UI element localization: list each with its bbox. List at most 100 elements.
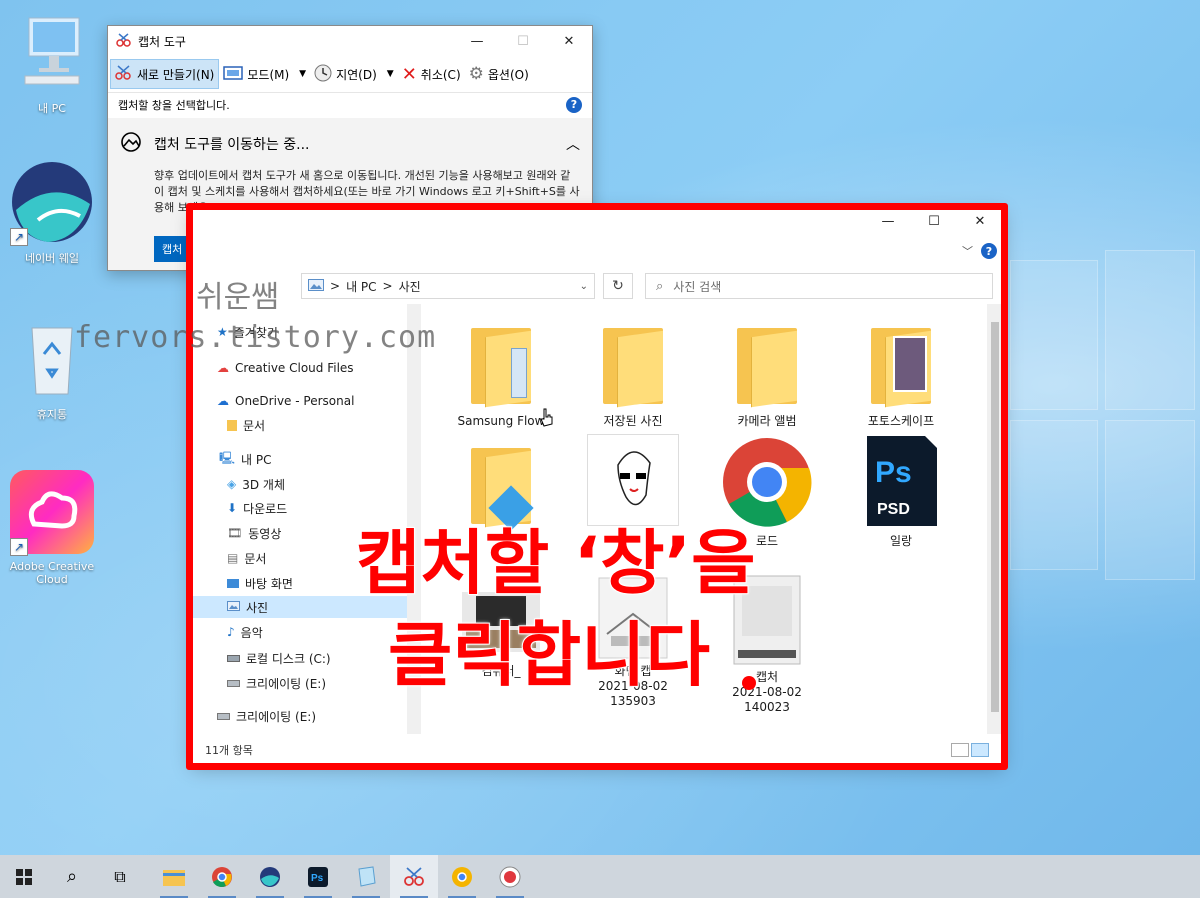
item-label: 저장된 사진	[603, 414, 663, 428]
drive-icon	[227, 679, 240, 687]
wallpaper-pane	[1105, 250, 1195, 410]
help-icon[interactable]: ?	[566, 96, 582, 113]
minimize-button[interactable]: —	[865, 208, 911, 234]
ribbon-bar: ﹀ ?	[191, 234, 1003, 268]
sidebar-label: 사진	[246, 600, 269, 615]
shortcut-arrow-icon: ↗	[10, 228, 28, 246]
sidebar-item-my-pc[interactable]: 🖳 내 PC	[219, 448, 272, 470]
taskbar-chrome-canary[interactable]	[438, 855, 486, 898]
desktop-icon-whale[interactable]: ↗ 네이버 웨일	[4, 158, 100, 266]
refresh-button[interactable]: ↻	[603, 273, 633, 299]
disk-icon	[227, 654, 240, 662]
image-item[interactable]	[573, 434, 693, 530]
mode-label: 모드(M)	[247, 67, 290, 82]
start-button[interactable]	[0, 855, 48, 898]
mode-window-icon	[223, 65, 244, 83]
folder-item[interactable]: 카메라 앨범	[707, 314, 827, 429]
search-input[interactable]: ⌕ 사진 검색	[645, 273, 993, 299]
sidebar-item-drive-e-root[interactable]: 크리에이팅 (E:)	[217, 705, 316, 727]
sidebar-item-local-disk-c[interactable]: 로컬 디스크 (C:)	[227, 647, 331, 669]
breadcrumb-separator: >	[330, 279, 341, 293]
taskbar-snipping-tool[interactable]	[390, 855, 438, 898]
pictures-folder-icon	[308, 278, 324, 294]
sidebar-item-drive-e[interactable]: 크리에이팅 (E:)	[227, 672, 326, 694]
help-icon[interactable]: ?	[981, 243, 997, 259]
clock-icon	[314, 64, 332, 85]
sidebar-item-creative-cloud[interactable]: ☁ Creative Cloud Files	[217, 357, 354, 379]
mode-button[interactable]: 모드(M) ▼	[219, 59, 310, 89]
pc-icon: 🖳	[219, 450, 236, 465]
chevron-up-icon[interactable]: ︿	[566, 134, 580, 154]
instruction-line-1: 캡처할 ‘창’을	[355, 521, 757, 605]
maximize-button[interactable]: ☐	[911, 208, 957, 234]
search-button[interactable]: ⌕	[48, 855, 96, 898]
breadcrumb-separator: >	[382, 279, 393, 293]
item-label: 일랑	[889, 534, 913, 548]
desktop-icon-label: 네이버 웨일	[24, 252, 80, 265]
delay-label: 지연(D)	[336, 67, 377, 82]
new-snip-button[interactable]: 새로 만들기(N)	[110, 59, 220, 89]
desktop-icon-adobe-cc[interactable]: ↗ Adobe Creative Cloud	[4, 468, 100, 586]
cancel-button[interactable]: ✕ 취소(C)	[398, 59, 465, 89]
folder-item[interactable]	[441, 434, 561, 534]
taskbar-notepad[interactable]	[342, 855, 390, 898]
folder-icon	[871, 328, 931, 408]
maximize-button[interactable]: ☐	[500, 26, 546, 56]
desktop-icon-my-pc[interactable]: 내 PC	[4, 12, 100, 116]
taskbar-file-explorer[interactable]	[150, 855, 198, 898]
options-label: 옵션(O)	[487, 67, 529, 82]
svg-text:Ps: Ps	[875, 456, 912, 489]
folder-icon	[471, 448, 534, 531]
taskbar-whale[interactable]	[246, 855, 294, 898]
delay-button[interactable]: 지연(D) ▼	[310, 59, 398, 89]
close-button[interactable]: ✕	[546, 26, 592, 56]
explorer-titlebar[interactable]: — ☐ ✕	[191, 208, 1003, 234]
sidebar-item-videos[interactable]: 🎞 동영상	[227, 522, 281, 544]
red-x-icon: ✕	[401, 63, 417, 85]
notice-body: 향후 업데이트에서 캡처 도구가 새 홈으로 이동됩니다. 개선된 기능을 사용…	[154, 169, 580, 214]
download-icon: ⬇	[227, 501, 238, 515]
folder-icon	[227, 419, 237, 431]
folder-icon	[471, 328, 531, 408]
sidebar-item-documents[interactable]: ▤ 문서	[227, 547, 266, 569]
file-explorer-icon	[163, 869, 185, 886]
sketch-thumbnail	[587, 434, 679, 526]
explorer-status-bar: 11개 항목	[191, 738, 1003, 762]
close-button[interactable]: ✕	[957, 208, 1003, 234]
sidebar-item-3d-objects[interactable]: ◈ 3D 개체	[227, 473, 285, 495]
sidebar-item-onedrive[interactable]: ☁ OneDrive - Personal	[217, 390, 354, 412]
search-placeholder: 사진 검색	[673, 279, 722, 294]
dropdown-arrow-icon: ▼	[299, 69, 307, 79]
taskbar-chrome[interactable]	[198, 855, 246, 898]
item-label-line2: 2021-08-02	[732, 685, 802, 699]
status-text: 캡처할 창을 선택합니다.	[118, 98, 230, 112]
sidebar-item-onedrive-documents[interactable]: 문서	[227, 414, 265, 436]
chevron-down-icon[interactable]: ⌄	[580, 281, 588, 292]
options-button[interactable]: ⚙ 옵션(O)	[465, 59, 533, 89]
drive-icon	[217, 712, 230, 720]
snipping-toolbar: 새로 만들기(N) 모드(M) ▼ 지연(D) ▼ ✕ 취소(C) ⚙ 옵션(O…	[108, 56, 592, 92]
details-view-button[interactable]	[951, 743, 969, 757]
sidebar-label: 문서	[244, 551, 267, 566]
folder-item[interactable]: 포토스케이프	[841, 314, 961, 429]
sidebar-item-desktop[interactable]: 바탕 화면	[227, 572, 293, 594]
adobe-cc-icon: ↗	[8, 468, 96, 556]
psd-item[interactable]: Ps PSD 일랑	[841, 434, 961, 549]
taskbar-photoshop[interactable]: Ps	[294, 855, 342, 898]
sidebar-item-music[interactable]: ♪ 음악	[227, 621, 263, 643]
address-bar[interactable]: > 내 PC > 사진 ⌄	[301, 273, 595, 299]
sidebar-item-downloads[interactable]: ⬇ 다운로드	[227, 497, 287, 519]
watermark-url: fervors.tistory.com	[74, 320, 437, 355]
task-view-button[interactable]: ⧉	[96, 855, 144, 898]
breadcrumb-pictures[interactable]: 사진	[399, 278, 421, 295]
minimize-button[interactable]: —	[454, 26, 500, 56]
large-icons-view-button[interactable]	[971, 743, 989, 757]
ribbon-expand-icon[interactable]: ﹀	[962, 243, 973, 259]
snipping-tool-titlebar[interactable]: 캡처 도구 — ☐ ✕	[108, 26, 592, 56]
music-icon: ♪	[227, 625, 235, 639]
content-scrollbar[interactable]	[987, 304, 1003, 734]
pc-icon	[17, 12, 87, 96]
taskbar-recorder[interactable]	[486, 855, 534, 898]
breadcrumb-my-pc[interactable]: 내 PC	[346, 278, 376, 295]
folder-item[interactable]: 저장된 사진	[573, 314, 693, 429]
